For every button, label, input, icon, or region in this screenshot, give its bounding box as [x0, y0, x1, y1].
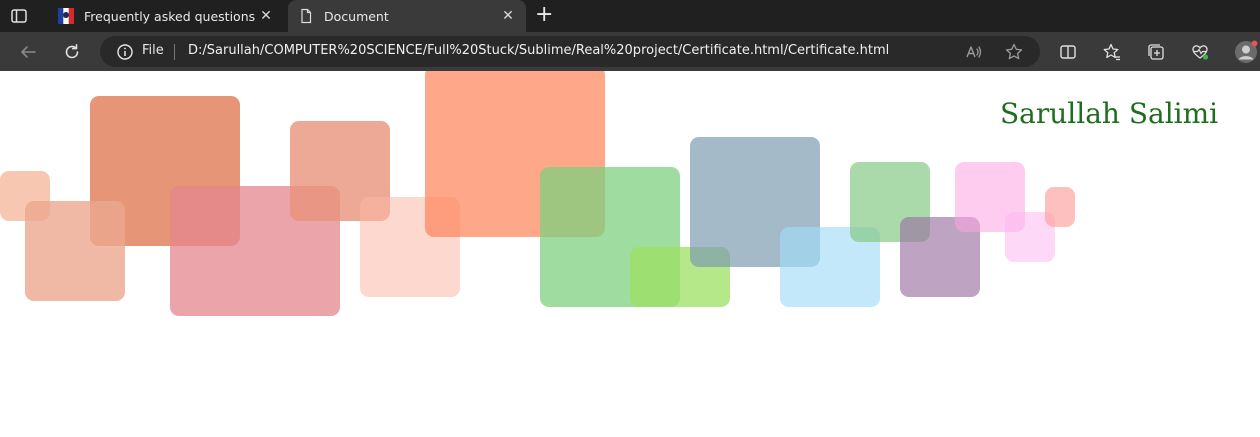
favorites-icon[interactable] [1102, 42, 1122, 62]
back-arrow-icon[interactable] [18, 42, 38, 62]
flag-icon [58, 8, 74, 24]
browser-essentials-icon[interactable] [1190, 42, 1210, 62]
decorative-square [25, 201, 125, 301]
tab-title: Frequently asked questions - Fra [84, 8, 258, 24]
info-icon[interactable] [116, 43, 134, 61]
toolbar: File D:/Sarullah/COMPUTER%20SCIENCE/Full… [0, 32, 1260, 71]
tab-strip: Frequently asked questions - Fra ✕ Docum… [0, 0, 1260, 32]
star-icon[interactable] [1004, 42, 1024, 62]
refresh-icon[interactable] [62, 42, 82, 62]
page-icon [298, 8, 314, 24]
close-icon[interactable]: ✕ [258, 8, 274, 24]
tab-actions-icon[interactable] [10, 7, 28, 25]
tab-document[interactable]: Document ✕ [288, 0, 526, 32]
page-content: Sarullah Salimi [0, 71, 1260, 437]
profile-avatar-icon[interactable] [1234, 40, 1258, 64]
close-icon[interactable]: ✕ [500, 8, 516, 24]
address-bar[interactable]: File D:/Sarullah/COMPUTER%20SCIENCE/Full… [100, 36, 1040, 67]
read-aloud-icon[interactable] [964, 42, 984, 62]
collections-icon[interactable] [1146, 42, 1166, 62]
split-screen-icon[interactable] [1058, 42, 1078, 62]
new-tab-icon[interactable]: + [535, 4, 553, 26]
scheme-label: File [142, 43, 164, 58]
tab-title: Document [324, 8, 389, 24]
divider [174, 44, 175, 60]
tab-faq[interactable]: Frequently asked questions - Fra ✕ [48, 0, 284, 32]
url-text[interactable]: D:/Sarullah/COMPUTER%20SCIENCE/Full%20St… [188, 43, 889, 58]
author-name: Sarullah Salimi [1000, 97, 1219, 130]
decorative-square [1045, 187, 1075, 227]
